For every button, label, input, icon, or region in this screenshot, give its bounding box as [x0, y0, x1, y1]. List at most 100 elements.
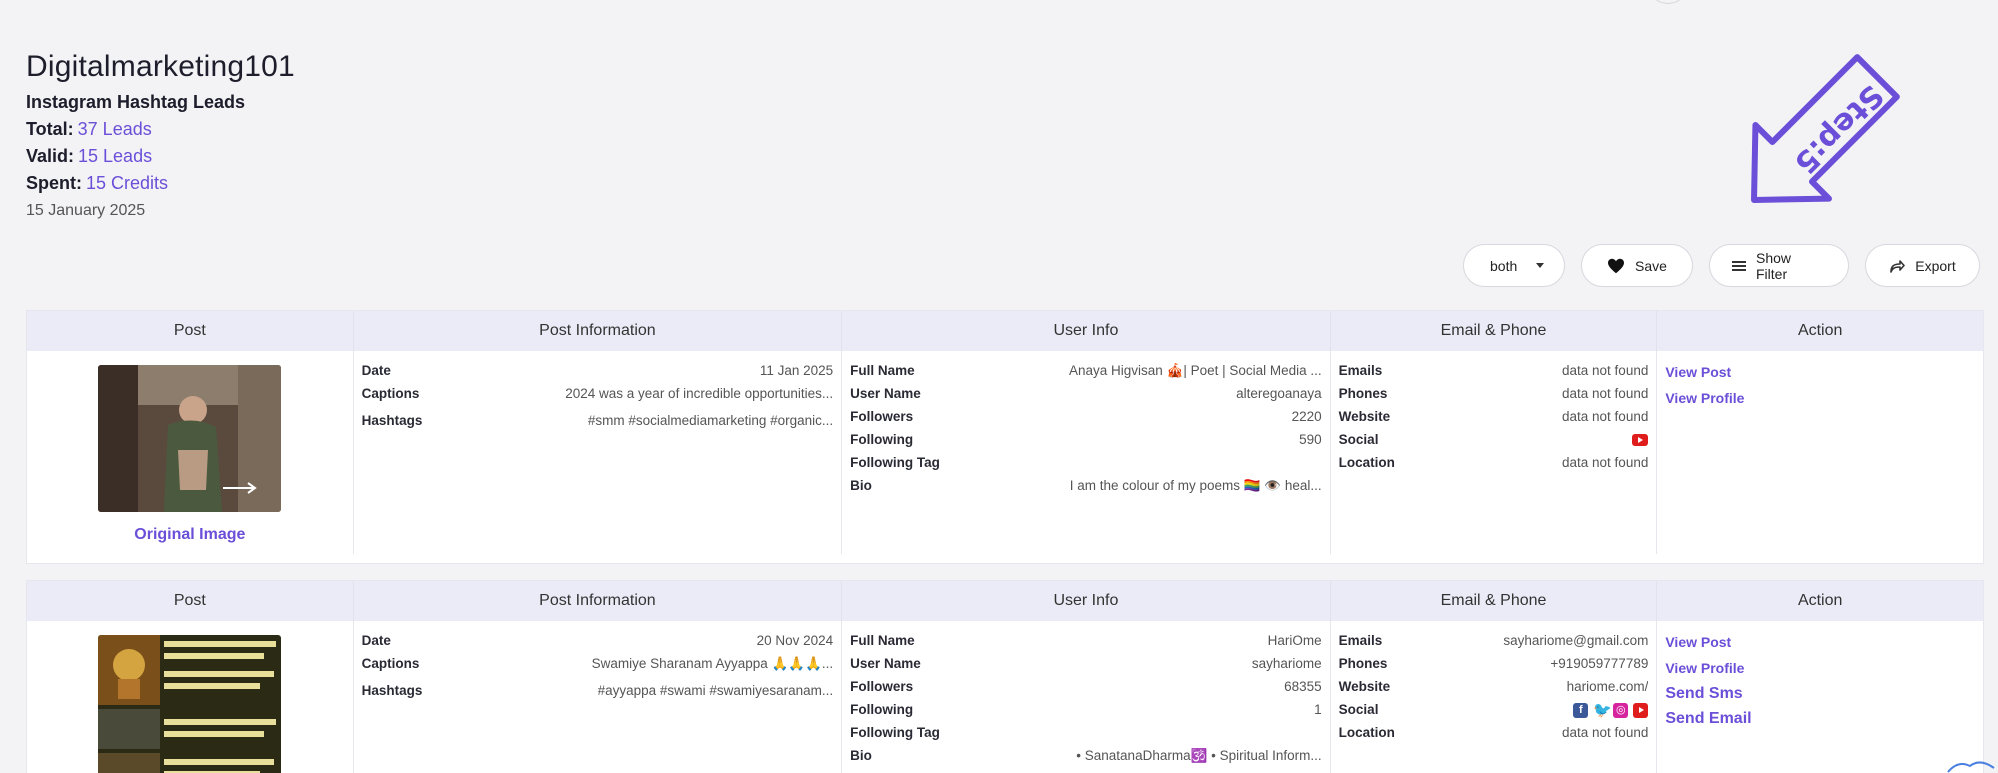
phones-value: data not found: [1562, 386, 1649, 401]
col-header-post-info: Post Information: [354, 311, 843, 351]
save-button[interactable]: Save: [1581, 244, 1693, 287]
total-stat: Total: 37 Leads: [26, 119, 295, 140]
instagram-icon[interactable]: ◎: [1613, 702, 1629, 718]
emails-value: sayhariome@gmail.com: [1503, 633, 1649, 648]
step-annotation-arrow: Step:5: [1751, 54, 1900, 203]
step-label: Step:5: [1787, 77, 1890, 180]
social-icons: f 🐦 ◎: [1568, 698, 1649, 721]
full-name-label: Full Name: [850, 633, 915, 648]
twitter-icon[interactable]: 🐦: [1593, 703, 1612, 718]
chevron-down-icon: [1536, 263, 1544, 268]
kv-following-tag: Following Tag: [850, 721, 1322, 744]
date-value: 20 Nov 2024: [756, 633, 834, 648]
full-name-value: Anaya Higvisan 🎪| Poet | Social Media ..…: [1068, 363, 1322, 378]
website-value: data not found: [1562, 409, 1649, 424]
col-header-post: Post: [27, 581, 354, 621]
valid-label: Valid:: [26, 146, 75, 166]
post-cell: [27, 621, 354, 773]
kv-website: Website data not found: [1339, 405, 1649, 428]
card-body-row: Original Image Date 11 Jan 2025 Captions 2…: [27, 351, 1983, 554]
date-value: 11 Jan 2025: [759, 363, 834, 378]
date-label: Date: [361, 633, 391, 648]
hashtags-value: #smm #socialmediamarketing #organic...: [587, 413, 834, 428]
view-post-link[interactable]: View Post: [1665, 629, 1975, 655]
website-label: Website: [1338, 409, 1391, 424]
kv-full-name: Full Name Anaya Higvisan 🎪| Poet | Social…: [850, 359, 1322, 382]
valid-value: 15 Leads: [78, 146, 153, 166]
action-cell: View Post View Profile: [1657, 351, 1983, 554]
post-thumbnail[interactable]: [98, 365, 282, 512]
col-header-email-phone: Email & Phone: [1331, 581, 1658, 621]
spent-value: 15 Credits: [86, 173, 169, 193]
save-label: Save: [1635, 257, 1667, 274]
col-header-email-phone: Email & Phone: [1331, 311, 1658, 351]
kv-followers: Followers 68355: [850, 675, 1322, 698]
lead-type-select[interactable]: both: [1463, 244, 1565, 287]
post-image: [98, 635, 282, 773]
card-header-row: Post Post Information User Info Email & …: [27, 581, 1983, 621]
kv-bio: Bio I am the colour of my poems 🏳️‍🌈 👁️ h…: [850, 474, 1322, 497]
location-label: Location: [1338, 455, 1395, 470]
emails-value: data not found: [1562, 363, 1649, 378]
send-email-link[interactable]: Send Email: [1665, 706, 1975, 731]
view-profile-link[interactable]: View Profile: [1665, 385, 1975, 411]
phones-label: Phones: [1338, 656, 1388, 671]
phones-label: Phones: [1338, 386, 1388, 401]
user-name-value: sayhariome: [1251, 656, 1322, 671]
captions-value: Swamiye Sharanam Ayyappa 🙏🙏🙏...: [591, 656, 834, 671]
following-label: Following: [850, 432, 914, 447]
show-filter-button[interactable]: Show Filter: [1709, 244, 1849, 287]
kv-emails: Emails sayhariome@gmail.com: [1339, 629, 1649, 652]
export-label: Export: [1915, 257, 1956, 274]
col-header-action: Action: [1797, 592, 1843, 609]
kv-location: Location data not found: [1339, 721, 1649, 744]
user-info-cell: Full Name HariOme User Name sayhariome Fol…: [842, 621, 1331, 773]
view-profile-link[interactable]: View Profile: [1665, 655, 1975, 681]
user-name-value: alteregoanaya: [1236, 386, 1322, 401]
social-icons: [1632, 428, 1649, 451]
spent-stat: Spent: 15 Credits: [26, 173, 295, 194]
kv-user-name: User Name alteregoanaya: [850, 382, 1322, 405]
export-button[interactable]: Export: [1865, 244, 1980, 287]
kv-social: Social: [1339, 428, 1649, 451]
card-header-row: Post Post Information User Info Email & …: [27, 311, 1983, 351]
bio-label: Bio: [850, 748, 872, 763]
hashtags-value: #ayyappa #swami #swamiyesaranam...: [597, 683, 834, 698]
page-subtitle: Instagram Hashtag Leads: [26, 92, 246, 112]
kv-location: Location data not found: [1339, 451, 1649, 474]
kv-hashtags: Hashtags #ayyappa #swami #swamiyesaranam.…: [362, 679, 834, 702]
top-avatar-button[interactable]: [1648, 0, 1688, 4]
total-value: 37 Leads: [77, 119, 152, 139]
spent-label: Spent:: [26, 173, 82, 193]
phones-value: +919059777789: [1550, 656, 1649, 671]
hashtags-label: Hashtags: [361, 683, 423, 698]
total-label: Total:: [26, 119, 74, 139]
captions-label: Captions: [361, 656, 420, 671]
facebook-icon[interactable]: f: [1573, 702, 1589, 718]
col-header-user-info: User Info: [842, 581, 1331, 621]
followers-value: 68355: [1284, 679, 1322, 694]
location-value: data not found: [1562, 455, 1649, 470]
followers-value: 2220: [1291, 409, 1322, 424]
lead-card: Post Post Information User Info Email & …: [26, 580, 1984, 773]
location-value: data not found: [1562, 725, 1649, 740]
page-header: Digitalmarketing101 Instagram Hashtag Le…: [26, 50, 295, 220]
send-sms-link[interactable]: Send Sms: [1665, 681, 1975, 706]
chat-widget-icon[interactable]: [1944, 758, 1998, 773]
post-info-cell: Date 11 Jan 2025 Captions 2024 was a year …: [354, 351, 843, 554]
original-image-link[interactable]: Original Image: [134, 526, 245, 544]
kv-user-name: User Name sayhariome: [850, 652, 1322, 675]
user-info-cell: Full Name Anaya Higvisan 🎪| Poet | Social…: [842, 351, 1331, 554]
user-name-label: User Name: [850, 386, 921, 401]
youtube-icon[interactable]: [1632, 434, 1649, 447]
toolbar: both Save Show Filter Export: [1463, 244, 1980, 287]
youtube-icon[interactable]: [1633, 702, 1649, 718]
following-label: Following: [850, 702, 914, 717]
social-label: Social: [1338, 702, 1379, 717]
bio-label: Bio: [850, 478, 872, 493]
post-thumbnail[interactable]: [98, 635, 282, 773]
kv-phones: Phones +919059777789: [1339, 652, 1649, 675]
followers-label: Followers: [850, 409, 914, 424]
view-post-link[interactable]: View Post: [1665, 359, 1975, 385]
col-header-user-info: User Info: [842, 311, 1331, 351]
